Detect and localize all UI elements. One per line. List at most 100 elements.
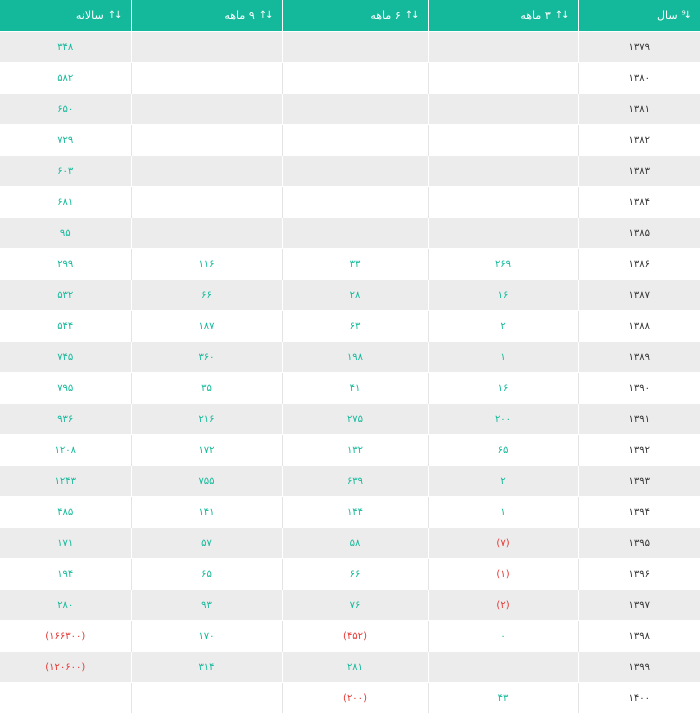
- header-annual[interactable]: ↓↑ سالانه: [0, 0, 131, 32]
- cell-annual: ۱۲۴۳: [0, 465, 131, 497]
- cell-q6: ۵۸: [281, 527, 428, 559]
- table-header: ↓⁹ سال ↓↑ ۳ ماهه ↓↑ ۶ ماهه ↓↑ ۹ ماهه ↓↑ …: [0, 0, 700, 32]
- cell-q6: [281, 31, 428, 63]
- header-q3-label: ۳ ماهه: [520, 9, 551, 22]
- header-row: ↓⁹ سال ↓↑ ۳ ماهه ↓↑ ۶ ماهه ↓↑ ۹ ماهه ↓↑ …: [0, 0, 700, 32]
- cell-annual: ۶۸۱: [0, 186, 131, 218]
- cell-annual: ۳۴۸: [0, 31, 131, 63]
- cell-q9: [130, 124, 282, 156]
- cell-q3: [427, 217, 578, 249]
- cell-q6: (۲۰۰): [281, 682, 428, 713]
- cell-q9: ۱۷۲: [130, 434, 282, 466]
- cell-year: ۱۳۹۵: [577, 527, 700, 559]
- cell-q6: [281, 186, 428, 218]
- cell-q9: ۳۵: [130, 372, 282, 404]
- cell-annual: (۱۲۰۶۰۰): [0, 651, 131, 683]
- table-row: ۱۳۸۸ ۲ ۶۳ ۱۸۷ ۵۴۴: [0, 310, 700, 342]
- cell-q9: ۲۱۶: [130, 403, 282, 435]
- cell-q3: (۱): [427, 558, 578, 590]
- cell-q9: ۱۴۱: [130, 496, 282, 528]
- cell-year: ۱۳۸۰: [577, 62, 700, 94]
- table-row: ۱۴۰۰ ۴۳ (۲۰۰): [0, 682, 700, 713]
- cell-q3: ۱: [427, 341, 578, 373]
- cell-q3: (۷): [427, 527, 578, 559]
- cell-year: ۱۳۸۵: [577, 217, 700, 249]
- cell-q6: ۳۳: [281, 248, 428, 280]
- cell-annual: ۵۸۲: [0, 62, 131, 94]
- cell-q3: ۰: [427, 620, 578, 652]
- cell-q6: [281, 93, 428, 125]
- header-q9-label: ۹ ماهه: [224, 9, 255, 22]
- header-annual-label: سالانه: [75, 9, 104, 22]
- table-row: ۱۳۸۴ ۶۸۱: [0, 186, 700, 218]
- cell-q9: [130, 62, 282, 94]
- cell-q6: ۶۳: [281, 310, 428, 342]
- table-row: ۱۳۸۵ ۹۵: [0, 217, 700, 249]
- header-q6-label: ۶ ماهه: [370, 9, 401, 22]
- cell-year: ۱۳۸۱: [577, 93, 700, 125]
- cell-q3: ۲: [427, 465, 578, 497]
- cell-q9: ۳۶۰: [130, 341, 282, 373]
- cell-q3: ۶۵: [427, 434, 578, 466]
- cell-q6: ۲۸۱: [281, 651, 428, 683]
- cell-annual: ۱۲۰۸: [0, 434, 131, 466]
- data-table: ↓⁹ سال ↓↑ ۳ ماهه ↓↑ ۶ ماهه ↓↑ ۹ ماهه ↓↑ …: [0, 0, 700, 713]
- cell-q6: (۴۵۲): [281, 620, 428, 652]
- cell-year: ۱۳۹۹: [577, 651, 700, 683]
- cell-q6: ۱۳۲: [281, 434, 428, 466]
- cell-q9: ۱۷۰: [130, 620, 282, 652]
- cell-q3: ۱: [427, 496, 578, 528]
- cell-q6: ۱۹۸: [281, 341, 428, 373]
- cell-q6: [281, 155, 428, 187]
- cell-annual: (۱۶۶۳۰۰): [0, 620, 131, 652]
- table-row: ۱۳۹۰ ۱۶ ۴۱ ۳۵ ۷۹۵: [0, 372, 700, 404]
- table-row: ۱۳۸۰ ۵۸۲: [0, 62, 700, 94]
- table-row: ۱۳۸۱ ۶۵۰: [0, 93, 700, 125]
- cell-q3: [427, 31, 578, 63]
- cell-year: ۱۳۹۲: [577, 434, 700, 466]
- cell-year: ۱۳۹۴: [577, 496, 700, 528]
- cell-year: ۱۳۸۲: [577, 124, 700, 156]
- cell-q3: ۲۶۹: [427, 248, 578, 280]
- cell-year: ۱۳۹۸: [577, 620, 700, 652]
- sort-arrows-icon[interactable]: ↓↑: [555, 10, 570, 21]
- cell-q3: ۱۶: [427, 279, 578, 311]
- cell-q9: [130, 682, 282, 713]
- cell-q3: [427, 62, 578, 94]
- header-q6[interactable]: ↓↑ ۶ ماهه: [281, 0, 428, 32]
- cell-q6: [281, 217, 428, 249]
- cell-q9: ۷۵۵: [130, 465, 282, 497]
- table-row: ۱۳۹۶ (۱) ۶۶ ۶۵ ۱۹۴: [0, 558, 700, 590]
- table-row: ۱۳۷۹ ۳۴۸: [0, 31, 700, 63]
- cell-annual: [0, 682, 131, 713]
- cell-annual: ۲۹۹: [0, 248, 131, 280]
- table-row: ۱۳۹۳ ۲ ۶۳۹ ۷۵۵ ۱۲۴۳: [0, 465, 700, 497]
- cell-q3: [427, 124, 578, 156]
- cell-annual: ۶۵۰: [0, 93, 131, 125]
- sort-arrows-icon[interactable]: ↓↑: [405, 10, 420, 21]
- table-row: ۱۳۸۷ ۱۶ ۲۸ ۶۶ ۵۳۲: [0, 279, 700, 311]
- cell-q6: ۴۱: [281, 372, 428, 404]
- cell-year: ۱۴۰۰: [577, 682, 700, 713]
- sort-arrows-icon[interactable]: ↓↑: [259, 10, 274, 21]
- table-row: ۱۳۸۹ ۱ ۱۹۸ ۳۶۰ ۷۴۵: [0, 341, 700, 373]
- cell-year: ۱۳۸۷: [577, 279, 700, 311]
- cell-q3: ۲: [427, 310, 578, 342]
- cell-q6: ۶۶: [281, 558, 428, 590]
- cell-q3: ۱۶: [427, 372, 578, 404]
- header-q9[interactable]: ↓↑ ۹ ماهه: [130, 0, 282, 32]
- sort-arrows-icon[interactable]: ↓↑: [108, 10, 123, 21]
- cell-year: ۱۳۸۳: [577, 155, 700, 187]
- cell-q6: ۱۴۴: [281, 496, 428, 528]
- table-row: ۱۳۸۳ ۶۰۳: [0, 155, 700, 187]
- header-year[interactable]: ↓⁹ سال: [577, 0, 700, 32]
- cell-q9: [130, 31, 282, 63]
- cell-q9: ۶۶: [130, 279, 282, 311]
- sort-numeric-desc-icon[interactable]: ↓⁹: [682, 10, 693, 21]
- header-q3[interactable]: ↓↑ ۳ ماهه: [427, 0, 578, 32]
- cell-q6: [281, 62, 428, 94]
- cell-q6: ۶۳۹: [281, 465, 428, 497]
- cell-q3: [427, 155, 578, 187]
- cell-year: ۱۳۹۳: [577, 465, 700, 497]
- cell-annual: ۹۳۶: [0, 403, 131, 435]
